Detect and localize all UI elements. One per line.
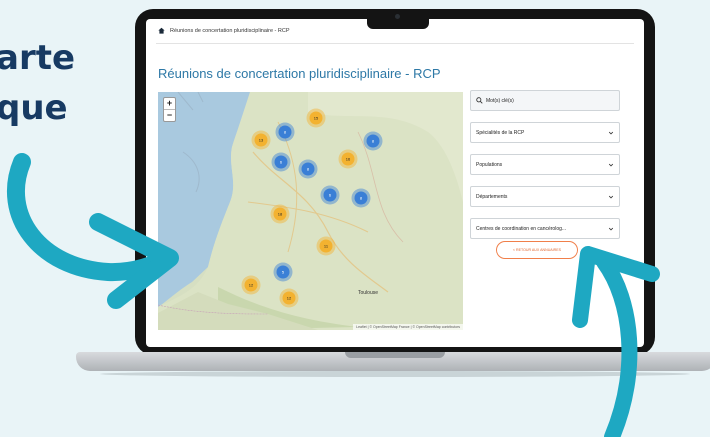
- map-marker[interactable]: 11: [319, 239, 333, 253]
- chevron-down-icon: [608, 227, 614, 230]
- departements-label: Départements: [476, 193, 508, 200]
- page-title: Réunions de concertation pluridisciplina…: [158, 66, 441, 81]
- chevron-down-icon: [608, 163, 614, 166]
- camera-icon: [395, 14, 400, 19]
- zoom-in-button[interactable]: +: [164, 98, 175, 110]
- search-label: Mot(s) clé(s): [486, 97, 514, 104]
- specialites-label: Spécialités de la RCP: [476, 129, 525, 136]
- side-heading-line-2: que: [0, 88, 68, 128]
- map[interactable]: + − Toulouse 8 15 8 13 6 8 16 6 8 18 11 …: [158, 92, 463, 330]
- populations-label: Populations: [476, 161, 503, 168]
- map-marker[interactable]: 8: [278, 125, 292, 139]
- populations-select[interactable]: Populations: [470, 154, 620, 175]
- map-tiles: [158, 92, 463, 330]
- breadcrumb-current: Réunions de concertation pluridisciplina…: [170, 27, 290, 34]
- laptop-shadow: [100, 371, 690, 377]
- map-marker[interactable]: 8: [366, 134, 380, 148]
- map-marker[interactable]: 16: [341, 152, 355, 166]
- side-heading-line-1: arte: [0, 38, 76, 78]
- header-divider: [156, 43, 634, 44]
- laptop-base-notch: [345, 352, 445, 358]
- zoom-control: + −: [163, 97, 176, 122]
- map-marker[interactable]: 6: [323, 188, 337, 202]
- map-marker[interactable]: 8: [301, 162, 315, 176]
- zoom-out-button[interactable]: −: [164, 110, 175, 121]
- laptop-notch: [367, 9, 429, 29]
- chevron-down-icon: [608, 195, 614, 198]
- home-icon[interactable]: [158, 27, 165, 34]
- map-attribution[interactable]: Leaflet | © OpenStreetMap France | © Ope…: [353, 324, 463, 330]
- map-marker[interactable]: 13: [254, 133, 268, 147]
- map-marker[interactable]: 15: [309, 111, 323, 125]
- breadcrumb: Réunions de concertation pluridisciplina…: [158, 27, 290, 34]
- search-input[interactable]: Mot(s) clé(s): [470, 90, 620, 111]
- return-to-directories-button[interactable]: < RETOUR AUX ANNUAIRES: [496, 241, 578, 259]
- map-marker[interactable]: 5: [276, 265, 290, 279]
- map-marker[interactable]: 6: [274, 155, 288, 169]
- search-icon: [476, 97, 483, 104]
- chevron-down-icon: [608, 131, 614, 134]
- laptop-screen: Réunions de concertation pluridisciplina…: [146, 19, 644, 347]
- departements-select[interactable]: Départements: [470, 186, 620, 207]
- centres-label: Centres de coordination en cancérolog...: [476, 225, 567, 232]
- map-city-label: Toulouse: [358, 290, 379, 296]
- centres-select[interactable]: Centres de coordination en cancérolog...: [470, 218, 620, 239]
- specialites-select[interactable]: Spécialités de la RCP: [470, 122, 620, 143]
- map-marker[interactable]: 18: [273, 207, 287, 221]
- map-marker[interactable]: 12: [244, 278, 258, 292]
- map-marker[interactable]: 8: [354, 191, 368, 205]
- filter-panel: Mot(s) clé(s) Spécialités de la RCP Popu…: [470, 90, 620, 250]
- map-marker[interactable]: 12: [282, 291, 296, 305]
